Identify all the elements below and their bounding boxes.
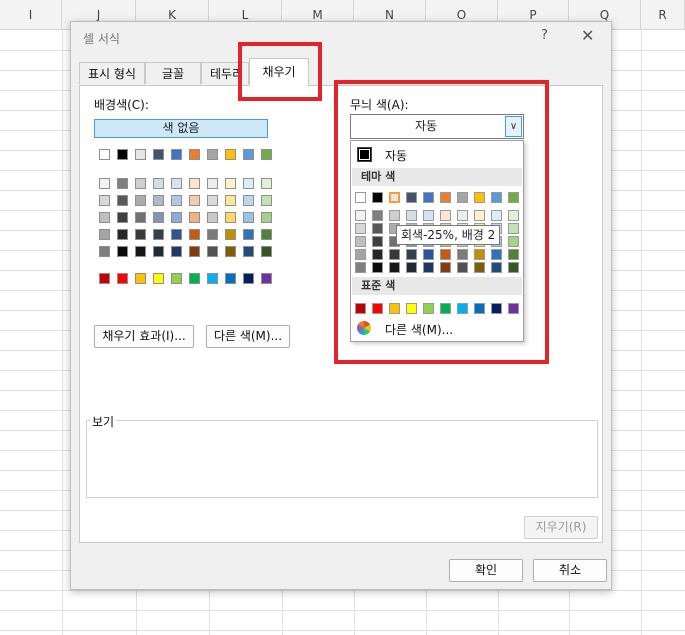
preview-box — [86, 420, 598, 498]
background-swatch[interactable] — [117, 195, 128, 206]
background-swatch[interactable] — [225, 149, 236, 160]
tab-font[interactable]: 글꼴 — [145, 62, 201, 84]
background-swatch[interactable] — [171, 229, 182, 240]
background-swatch[interactable] — [189, 273, 200, 284]
background-swatch[interactable] — [261, 212, 272, 223]
preview-label: 보기 — [90, 413, 117, 430]
background-swatch[interactable] — [99, 212, 110, 223]
background-swatch[interactable] — [171, 246, 182, 257]
column-header[interactable]: I — [0, 0, 62, 30]
background-swatch[interactable] — [99, 229, 110, 240]
background-swatch[interactable] — [117, 246, 128, 257]
background-swatch[interactable] — [243, 212, 254, 223]
background-swatch[interactable] — [189, 212, 200, 223]
background-swatch[interactable] — [225, 229, 236, 240]
background-swatch[interactable] — [99, 149, 110, 160]
more-colors-button[interactable]: 다른 색(M)... — [206, 325, 290, 348]
background-swatch[interactable] — [243, 149, 254, 160]
background-swatch[interactable] — [243, 273, 254, 284]
background-swatch[interactable] — [99, 246, 110, 257]
tab-number[interactable]: 표시 형식 — [79, 62, 145, 84]
background-swatch[interactable] — [243, 246, 254, 257]
background-swatch[interactable] — [261, 229, 272, 240]
no-color-button[interactable]: 색 없음 — [94, 119, 268, 138]
background-swatch[interactable] — [153, 212, 164, 223]
background-swatch[interactable] — [153, 229, 164, 240]
grid-line — [0, 590, 685, 591]
background-swatch[interactable] — [189, 178, 200, 189]
help-button[interactable]: ? — [541, 28, 548, 43]
background-swatch[interactable] — [189, 195, 200, 206]
background-color-label: 배경색(C): — [94, 98, 149, 112]
background-swatch[interactable] — [189, 229, 200, 240]
background-swatch[interactable] — [171, 212, 182, 223]
highlight-fill-tab — [238, 42, 322, 101]
background-swatch[interactable] — [153, 149, 164, 160]
background-swatch[interactable] — [135, 195, 146, 206]
background-swatch[interactable] — [243, 195, 254, 206]
dialog-title: 셀 서식 — [83, 32, 120, 46]
background-swatch[interactable] — [117, 149, 128, 160]
background-swatch[interactable] — [99, 195, 110, 206]
background-swatch[interactable] — [225, 195, 236, 206]
background-swatch[interactable] — [153, 195, 164, 206]
background-swatch[interactable] — [225, 246, 236, 257]
background-swatch[interactable] — [117, 229, 128, 240]
column-header[interactable]: R — [641, 0, 685, 30]
background-swatch[interactable] — [171, 273, 182, 284]
background-swatch[interactable] — [261, 195, 272, 206]
background-swatch[interactable] — [117, 178, 128, 189]
background-swatch[interactable] — [135, 178, 146, 189]
highlight-pattern-color — [334, 80, 549, 364]
grid-line — [641, 30, 642, 635]
background-swatch[interactable] — [243, 178, 254, 189]
background-swatch[interactable] — [117, 212, 128, 223]
background-swatch[interactable] — [261, 149, 272, 160]
cancel-button[interactable]: 취소 — [533, 559, 607, 582]
background-swatch[interactable] — [207, 178, 218, 189]
background-swatch[interactable] — [225, 212, 236, 223]
background-swatch[interactable] — [225, 273, 236, 284]
background-swatch[interactable] — [225, 178, 236, 189]
background-swatch[interactable] — [207, 273, 218, 284]
background-swatch[interactable] — [171, 195, 182, 206]
ok-button[interactable]: 확인 — [449, 559, 523, 582]
background-swatch[interactable] — [189, 246, 200, 257]
background-swatch[interactable] — [207, 195, 218, 206]
background-swatch[interactable] — [261, 246, 272, 257]
background-swatch[interactable] — [135, 229, 146, 240]
fill-effects-button[interactable]: 채우기 효과(I)... — [94, 325, 194, 348]
background-swatch[interactable] — [153, 246, 164, 257]
background-swatch[interactable] — [261, 273, 272, 284]
background-swatch[interactable] — [207, 212, 218, 223]
close-button[interactable]: ✕ — [581, 26, 594, 45]
background-swatch[interactable] — [99, 178, 110, 189]
background-swatch[interactable] — [189, 149, 200, 160]
background-swatch[interactable] — [135, 246, 146, 257]
background-swatch[interactable] — [99, 273, 110, 284]
grid-line — [0, 610, 685, 611]
background-swatch[interactable] — [207, 229, 218, 240]
grid-line — [0, 630, 685, 631]
background-swatch[interactable] — [117, 273, 128, 284]
background-swatch[interactable] — [135, 149, 146, 160]
background-swatch[interactable] — [153, 273, 164, 284]
background-swatch[interactable] — [171, 149, 182, 160]
background-swatch[interactable] — [135, 212, 146, 223]
background-swatch[interactable] — [207, 149, 218, 160]
background-swatch[interactable] — [261, 178, 272, 189]
background-swatch[interactable] — [243, 229, 254, 240]
clear-button[interactable]: 지우기(R) — [524, 516, 598, 539]
grid-line — [62, 30, 63, 635]
background-swatch[interactable] — [207, 246, 218, 257]
background-swatch[interactable] — [171, 178, 182, 189]
background-swatch[interactable] — [153, 178, 164, 189]
background-swatch[interactable] — [135, 273, 146, 284]
